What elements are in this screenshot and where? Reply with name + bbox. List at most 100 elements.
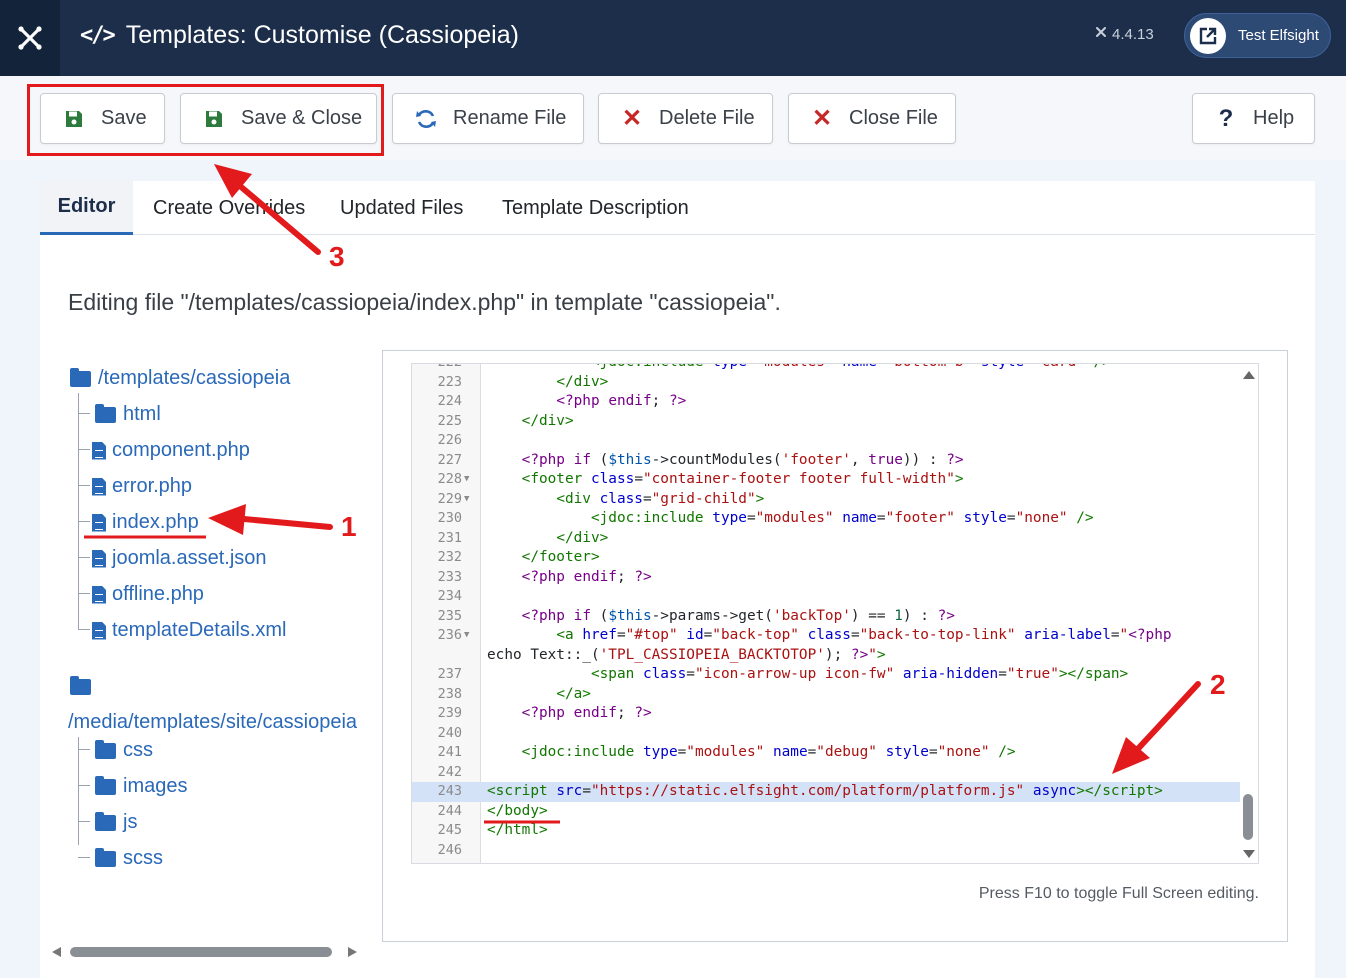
code-line[interactable]: 228 ▼ <footer class="container-footer foo… — [412, 470, 1240, 490]
code-line[interactable]: 234 — [412, 587, 1240, 607]
tab-updated-files[interactable]: Updated Files — [340, 181, 463, 235]
fullscreen-hint: Press F10 to toggle Full Screen editing. — [978, 885, 1259, 902]
tree-file-offline[interactable]: offline.php — [92, 583, 204, 606]
code-line[interactable]: 238 </a> — [412, 685, 1240, 705]
tree-file-error[interactable]: error.php — [92, 475, 192, 498]
file-icon — [92, 621, 106, 640]
scrollbar-thumb[interactable] — [1243, 794, 1253, 840]
folder-icon — [95, 739, 116, 759]
tree-line — [78, 449, 90, 450]
tree-line — [78, 593, 90, 594]
tree-line — [78, 629, 90, 630]
code-line[interactable]: 239 <?php endif; ?> — [412, 704, 1240, 724]
folder-icon — [95, 775, 116, 795]
tree-folder-root1[interactable]: /templates/cassiopeia — [70, 367, 290, 390]
tab-template-description[interactable]: Template Description — [502, 181, 689, 235]
code-line-highlighted[interactable]: 243 <script src="https://static.elfsight.… — [412, 782, 1240, 802]
file-icon — [92, 585, 106, 604]
code-line[interactable]: 244 </body> — [412, 802, 1240, 822]
tree-line — [78, 821, 90, 822]
code-line[interactable]: 240 — [412, 724, 1240, 744]
code-line[interactable]: 232 </footer> — [412, 548, 1240, 568]
code-editor[interactable]: 222 <jdoc:include type="modules" name="b… — [411, 363, 1259, 864]
code-line[interactable]: 231 </div> — [412, 529, 1240, 549]
tree-line — [78, 857, 90, 858]
close-file-button[interactable]: ✕ Close File — [788, 93, 956, 144]
tree-line — [78, 485, 90, 486]
code-line[interactable]: 222 <jdoc:include type="modules" name="b… — [412, 364, 1240, 373]
delete-file-button[interactable]: ✕ Delete File — [598, 93, 773, 144]
tree-line — [78, 785, 90, 786]
folder-icon — [95, 403, 116, 423]
code-line[interactable]: 246 — [412, 841, 1240, 861]
close-icon: ✕ — [621, 105, 643, 132]
app-header: </> Templates: Customise (Cassiopeia) 4.… — [0, 0, 1346, 76]
code-line[interactable]: 230 <jdoc:include type="modules" name="f… — [412, 509, 1240, 529]
tree-file-component[interactable]: component.php — [92, 439, 250, 462]
code-line[interactable]: 227 <?php if ($this->countModules('foote… — [412, 451, 1240, 471]
tree-line — [78, 521, 90, 522]
question-icon: ? — [1218, 104, 1234, 132]
file-icon — [92, 477, 106, 496]
tree-folder-images[interactable]: images — [95, 775, 187, 798]
joomla-logo-icon[interactable] — [0, 0, 60, 76]
close-icon: ✕ — [811, 105, 833, 132]
tree-folder-root2[interactable]: /media/templates/site/cassiopeia — [68, 711, 357, 734]
tree-line — [78, 413, 90, 414]
code-line[interactable]: 229 ▼ <div class="grid-child"> — [412, 490, 1240, 510]
code-line[interactable]: 224 <?php endif; ?> — [412, 392, 1240, 412]
folder-icon — [95, 811, 116, 831]
tree-line — [78, 749, 90, 750]
tree-folder-root2-icon[interactable] — [70, 676, 98, 695]
scrollbar-thumb[interactable] — [70, 947, 332, 957]
tree-line — [78, 737, 79, 845]
scroll-down-icon[interactable] — [1243, 850, 1255, 858]
annotation-highlight-box — [27, 84, 384, 156]
code-line[interactable]: 223 </div> — [412, 373, 1240, 393]
code-line[interactable]: 242 — [412, 763, 1240, 783]
tree-file-template-details[interactable]: templateDetails.xml — [92, 619, 287, 642]
tree-file-index[interactable]: index.php — [92, 511, 199, 534]
code-line[interactable]: 237 <span class="icon-arrow-up icon-fw" … — [412, 665, 1240, 685]
file-icon — [92, 513, 106, 532]
folder-icon — [70, 676, 91, 695]
folder-icon — [70, 367, 91, 387]
tree-folder-scss[interactable]: scss — [95, 847, 163, 870]
page-title: Templates: Customise (Cassiopeia) — [125, 20, 519, 49]
joomla-small-icon — [1094, 25, 1108, 43]
code-line[interactable]: echo Text::_('TPL_CASSIOPEIA_BACKTOTOP')… — [412, 646, 1240, 666]
scroll-up-icon[interactable] — [1243, 371, 1255, 379]
tab-create-overrides[interactable]: Create Overrides — [153, 181, 305, 235]
file-icon — [92, 441, 106, 460]
tree-folder-js[interactable]: js — [95, 811, 137, 834]
tab-editor[interactable]: Editor — [40, 181, 133, 235]
editor-vertical-scrollbar[interactable] — [1238, 364, 1258, 863]
code-line[interactable]: 226 — [412, 431, 1240, 451]
user-label: Test Elfsight — [1238, 27, 1319, 44]
code-line[interactable]: 241 <jdoc:include type="modules" name="d… — [412, 743, 1240, 763]
code-line[interactable]: 235 <?php if ($this->params->get('backTo… — [412, 607, 1240, 627]
code-icon: </> — [80, 22, 116, 48]
tree-folder-html[interactable]: html — [95, 403, 161, 426]
user-menu-button[interactable]: Test Elfsight — [1184, 13, 1331, 58]
tree-file-joomla-asset[interactable]: joomla.asset.json — [92, 547, 267, 570]
refresh-icon — [415, 108, 437, 130]
rename-file-button[interactable]: Rename File — [392, 93, 584, 144]
scroll-left-icon[interactable] — [52, 947, 61, 957]
code-line[interactable]: 236 ▼ <a href="#top" id="back-top" class=… — [412, 626, 1240, 646]
code-line[interactable]: 233 <?php endif; ?> — [412, 568, 1240, 588]
help-button[interactable]: ? Help — [1192, 93, 1315, 144]
tree-folder-css[interactable]: css — [95, 739, 153, 762]
tree-horizontal-scrollbar[interactable] — [52, 945, 357, 959]
file-icon — [92, 549, 106, 568]
tab-bar: Editor Create Overrides Updated Files Te… — [40, 181, 1315, 235]
code-editor-panel: 222 <jdoc:include type="modules" name="b… — [382, 350, 1288, 942]
tree-line — [78, 557, 90, 558]
file-tree: /templates/cassiopeia html component.php… — [68, 359, 362, 919]
external-link-icon — [1190, 17, 1226, 54]
scroll-right-icon[interactable] — [348, 947, 357, 957]
folder-icon — [95, 847, 116, 867]
version-badge: 4.4.13 — [1094, 25, 1154, 43]
code-line[interactable]: 225 </div> — [412, 412, 1240, 432]
code-line[interactable]: 245 </html> — [412, 821, 1240, 841]
